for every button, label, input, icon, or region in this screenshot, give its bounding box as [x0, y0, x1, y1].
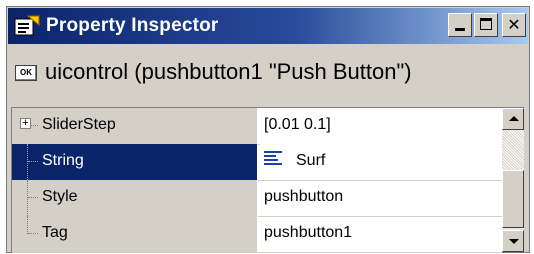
- property-value-field[interactable]: Surf: [260, 144, 502, 180]
- close-button[interactable]: ✕: [502, 13, 526, 37]
- property-name: String: [42, 152, 84, 169]
- property-name: Tag: [42, 224, 68, 241]
- property-name: SliderStep: [42, 116, 116, 133]
- scroll-track[interactable]: [502, 130, 524, 170]
- text-lines-icon[interactable]: [264, 150, 286, 167]
- pushbutton-icon: OK: [15, 65, 37, 81]
- vertical-scrollbar[interactable]: [502, 108, 524, 252]
- arrow-up-icon: [509, 116, 519, 121]
- property-value[interactable]: [0.01 0.1]: [260, 108, 502, 144]
- property-row-sliderstep[interactable]: + SliderStep [0.01 0.1]: [12, 108, 502, 145]
- tree-connector: [28, 197, 38, 198]
- property-name-cell[interactable]: Style: [12, 180, 258, 216]
- property-grid: + SliderStep [0.01 0.1] String Surf Styl…: [11, 107, 524, 253]
- close-icon: ✕: [507, 15, 521, 34]
- maximize-button[interactable]: [474, 13, 498, 37]
- property-row-string[interactable]: String Surf: [12, 144, 502, 181]
- property-name-cell[interactable]: Tag: [12, 216, 258, 252]
- object-header: OK uicontrol (pushbutton1 "Push Button"): [15, 59, 412, 85]
- minimize-button[interactable]: [448, 13, 472, 37]
- property-inspector-window: Property Inspector ✕ OK uicontrol (pushb…: [6, 6, 530, 253]
- maximize-icon: [480, 18, 492, 30]
- tree-connector: [27, 180, 28, 216]
- scroll-down-button[interactable]: [502, 230, 524, 252]
- property-inspector-icon: [14, 15, 40, 37]
- scroll-thumb[interactable]: [502, 170, 524, 228]
- object-description: uicontrol (pushbutton1 "Push Button"): [45, 59, 412, 84]
- expand-plus-icon[interactable]: +: [20, 118, 31, 129]
- minimize-icon: [455, 28, 465, 31]
- tree-connector: [28, 233, 38, 234]
- arrow-down-icon: [509, 239, 519, 244]
- tree-connector: [27, 144, 28, 180]
- tree-connector: [27, 216, 28, 234]
- property-name: Style: [42, 188, 78, 205]
- window-title: Property Inspector: [46, 15, 219, 36]
- tree-connector: [28, 161, 38, 162]
- title-bar[interactable]: Property Inspector ✕: [8, 8, 528, 44]
- tree-connector: [31, 125, 38, 126]
- property-name-cell[interactable]: String: [12, 144, 258, 180]
- scroll-up-button[interactable]: [502, 108, 524, 130]
- property-value[interactable]: pushbutton1: [260, 216, 502, 252]
- property-value[interactable]: pushbutton: [260, 180, 502, 216]
- property-value: Surf: [296, 152, 326, 169]
- property-row-tag[interactable]: Tag pushbutton1: [12, 216, 502, 253]
- property-name-cell[interactable]: + SliderStep: [12, 108, 258, 144]
- property-row-style[interactable]: Style pushbutton: [12, 180, 502, 217]
